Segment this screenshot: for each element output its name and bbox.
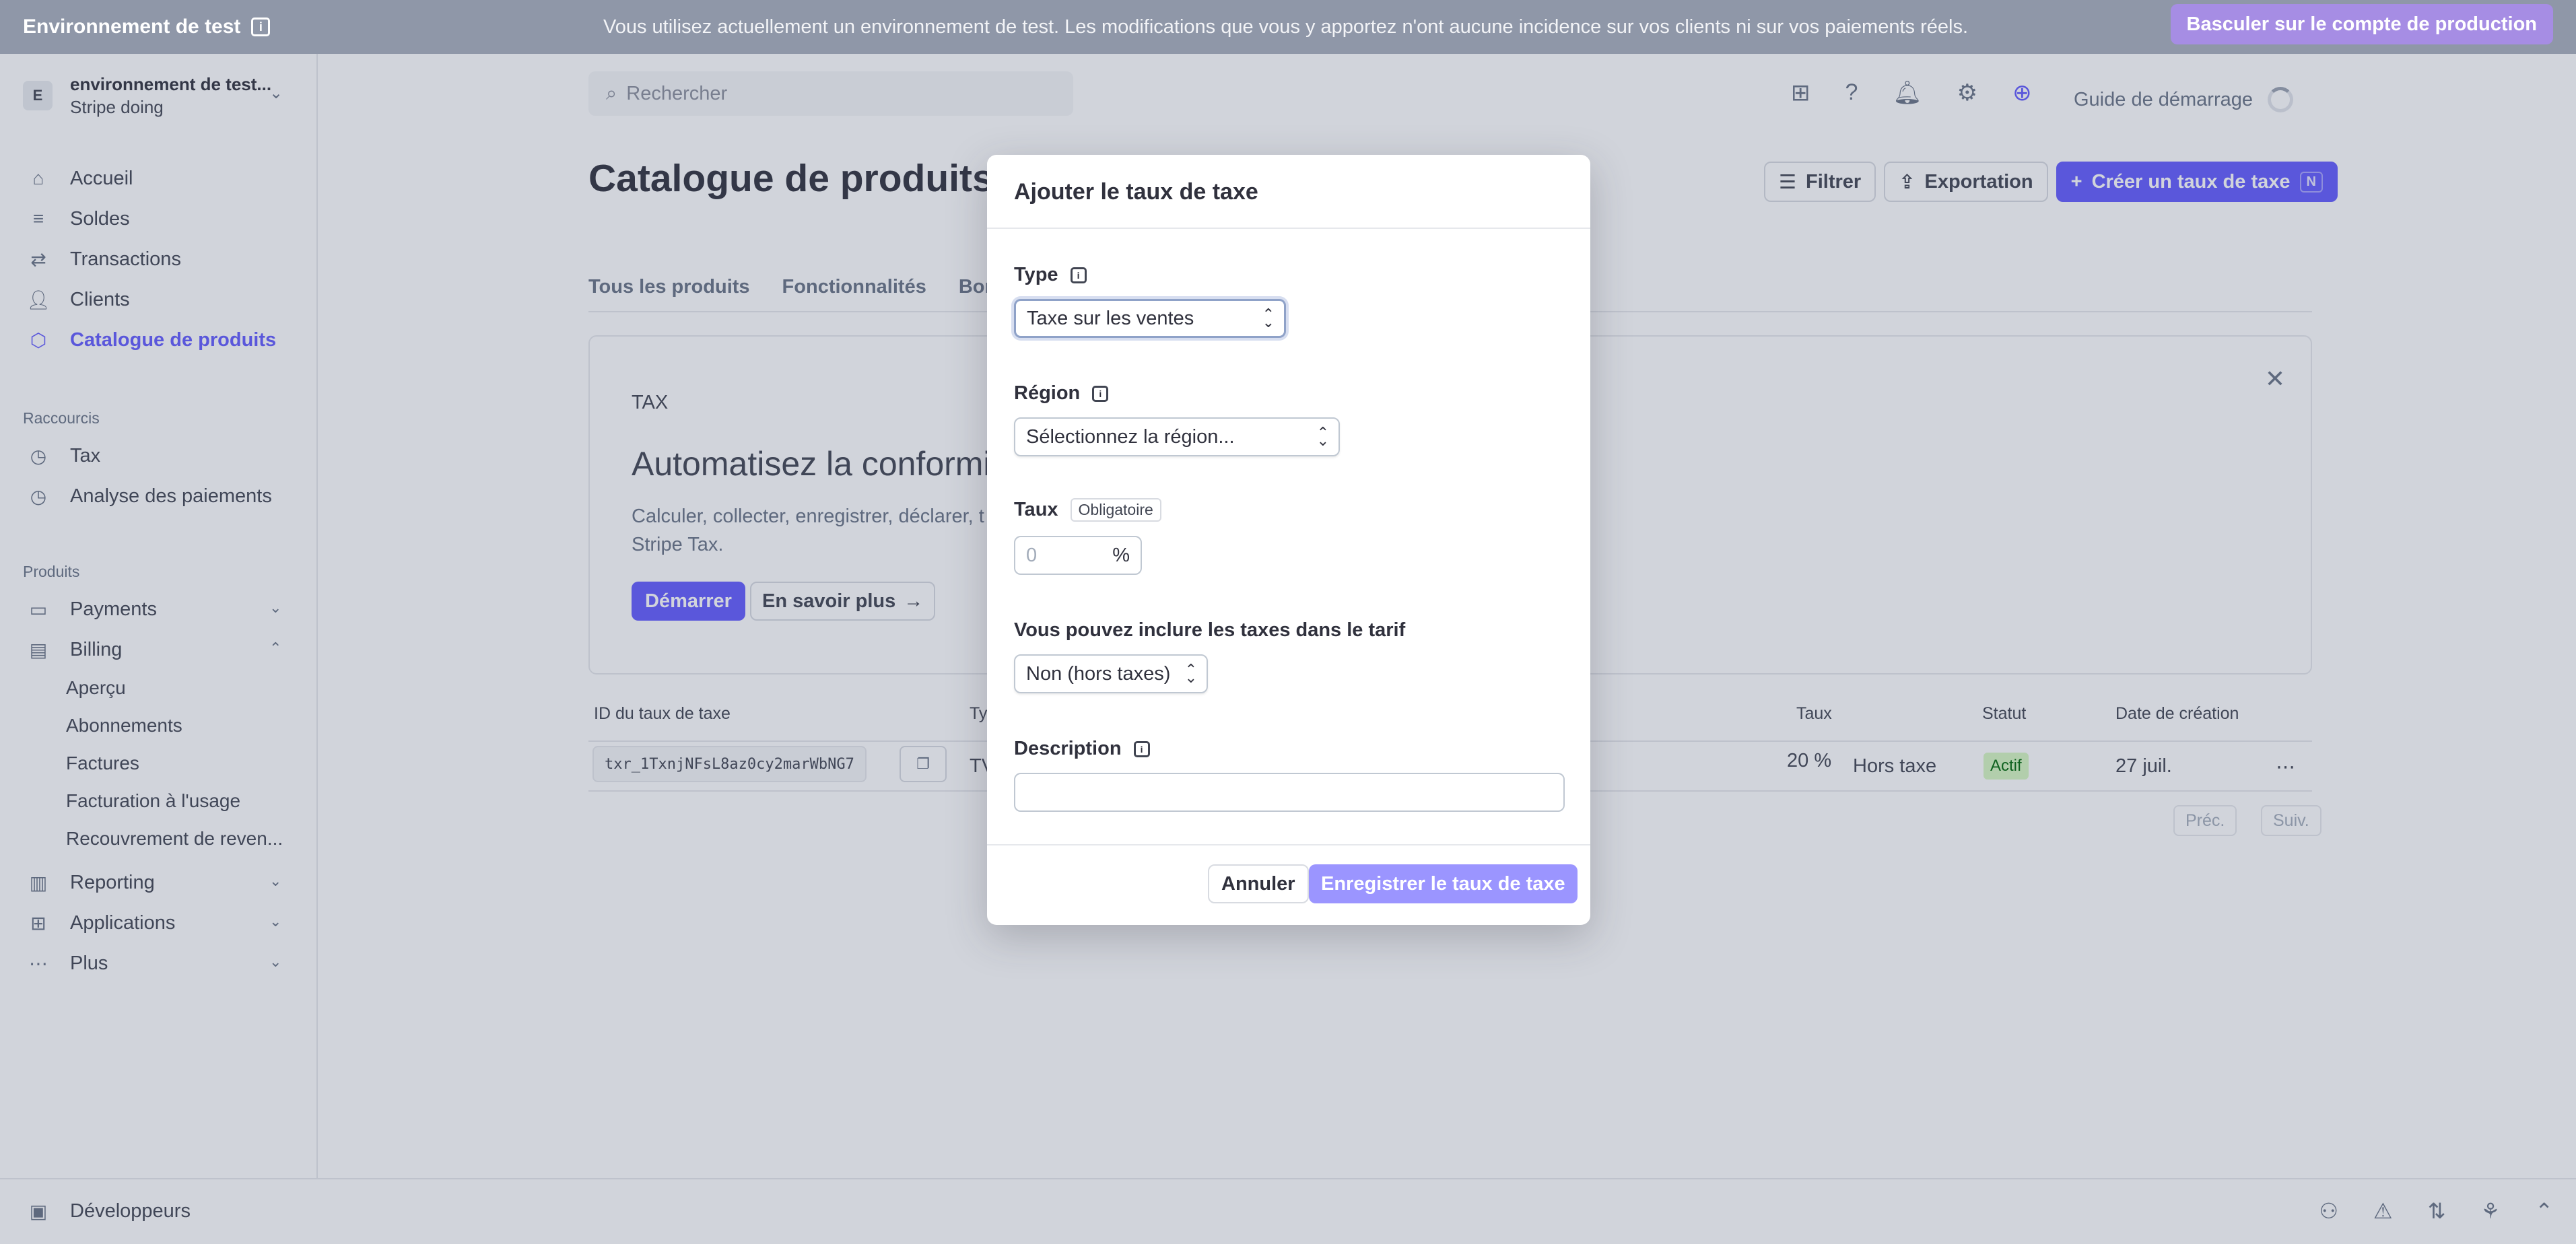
inclusive-select[interactable]: Non (hors taxes) ⌃ ⌄ [1014, 654, 1208, 693]
env-title-text: Environnement de test [23, 15, 241, 38]
select-arrows-icon: ⌃ ⌄ [1316, 424, 1329, 449]
switch-to-production-button[interactable]: Basculer sur le compte de production [2170, 4, 2553, 44]
test-mode-banner: Environnement de test i Vous utilisez ac… [0, 0, 2576, 54]
select-arrows-icon: ⌃ ⌄ [1184, 661, 1197, 686]
env-title: Environnement de test i [23, 15, 271, 38]
description-field[interactable] [1014, 773, 1565, 812]
divider [987, 844, 1590, 845]
info-icon[interactable]: i [1092, 385, 1109, 402]
info-icon[interactable]: i [251, 18, 271, 36]
type-value: Taxe sur les ventes [1027, 307, 1194, 329]
dialog-title: Ajouter le taux de taxe [1014, 179, 1258, 205]
select-arrows-icon: ⌃ ⌄ [1262, 306, 1275, 331]
type-label: Type i [1014, 264, 1087, 286]
info-icon[interactable]: i [1070, 267, 1087, 283]
banner-message: Vous utilisez actuellement un environnem… [603, 15, 1968, 38]
rate-input[interactable]: 0 % [1014, 536, 1142, 575]
region-value: Sélectionnez la région... [1026, 425, 1235, 448]
inclusive-label: Vous pouvez inclure les taxes dans le ta… [1014, 619, 1406, 641]
region-select[interactable]: Sélectionnez la région... ⌃ ⌄ [1014, 417, 1340, 456]
type-select[interactable]: Taxe sur les ventes ⌃ ⌄ [1014, 299, 1286, 338]
add-tax-rate-dialog: Ajouter le taux de taxe Type i Taxe sur … [987, 155, 1590, 925]
info-icon[interactable]: i [1133, 740, 1150, 757]
inclusive-value: Non (hors taxes) [1026, 662, 1171, 685]
cancel-button[interactable]: Annuler [1208, 864, 1309, 903]
description-label-text: Description [1014, 738, 1122, 759]
divider [987, 228, 1590, 229]
rate-label-text: Taux [1014, 499, 1058, 520]
percent-suffix: % [1112, 544, 1130, 566]
type-label-text: Type [1014, 264, 1058, 285]
region-label: Région i [1014, 382, 1109, 405]
rate-placeholder: 0 [1026, 544, 1038, 566]
rate-label: Taux Obligatoire [1014, 498, 1161, 522]
description-label: Description i [1014, 738, 1150, 760]
required-badge: Obligatoire [1070, 498, 1161, 522]
save-tax-rate-button[interactable]: Enregistrer le taux de taxe [1309, 864, 1578, 903]
region-label-text: Région [1014, 382, 1081, 404]
